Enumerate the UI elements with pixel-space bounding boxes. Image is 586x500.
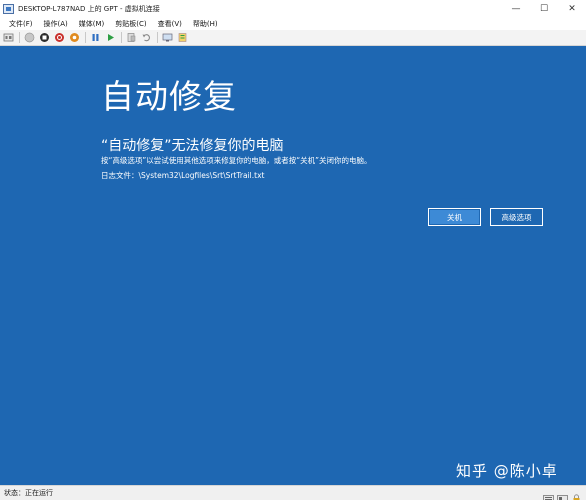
recovery-subtitle: “自动修复”无法修复你的电脑 xyxy=(101,138,284,154)
window-title: DESKTOP-L787NAD 上的 GPT - 虚拟机连接 xyxy=(18,4,160,13)
advanced-options-button[interactable]: 高级选项 xyxy=(490,208,543,226)
recovery-description: 按“高级选项”以尝试使用其他选项来修复你的电脑，或者按“关机”关闭你的电脑。 xyxy=(101,156,372,165)
window-controls: — ☐ ✕ xyxy=(502,0,586,17)
toolbar-separator xyxy=(19,32,20,43)
share-icon[interactable] xyxy=(177,32,188,43)
window-titlebar: DESKTOP-L787NAD 上的 GPT - 虚拟机连接 — ☐ ✕ xyxy=(0,0,586,17)
menu-bar: 文件(F) 操作(A) 媒体(M) 剪贴板(C) 查看(V) 帮助(H) xyxy=(0,17,586,30)
recovery-title: 自动修复 xyxy=(101,77,237,116)
keyboard-icon xyxy=(543,488,554,500)
resume-icon[interactable] xyxy=(105,32,116,43)
status-icons xyxy=(540,488,582,500)
ctrl-alt-del-icon[interactable] xyxy=(3,32,14,43)
close-button[interactable]: ✕ xyxy=(558,0,586,17)
revert-icon[interactable] xyxy=(141,32,152,43)
vm-screen[interactable]: 自动修复 “自动修复”无法修复你的电脑 按“高级选项”以尝试使用其他选项来修复你… xyxy=(0,46,586,485)
shutdown-button[interactable]: 关机 xyxy=(428,208,481,226)
save-state-icon[interactable] xyxy=(69,32,80,43)
toolbar-separator xyxy=(85,32,86,43)
log-file-path: 日志文件：\System32\Logfiles\Srt\SrtTrail.txt xyxy=(101,171,265,180)
menu-action[interactable]: 操作(A) xyxy=(44,19,68,29)
minimize-button[interactable]: — xyxy=(502,0,530,17)
maximize-button[interactable]: ☐ xyxy=(530,0,558,17)
toolbar xyxy=(0,30,586,46)
toolbar-separator xyxy=(157,32,158,43)
pause-icon[interactable] xyxy=(90,32,101,43)
menu-file[interactable]: 文件(F) xyxy=(9,19,33,29)
vm-connection-icon xyxy=(3,3,14,14)
enhanced-session-icon[interactable] xyxy=(162,32,173,43)
menu-media[interactable]: 媒体(M) xyxy=(79,19,105,29)
watermark: 知乎 @陈小卓 xyxy=(456,462,558,480)
mouse-icon xyxy=(557,488,568,500)
start-icon[interactable] xyxy=(24,32,35,43)
checkpoint-icon[interactable] xyxy=(126,32,137,43)
stop-icon[interactable] xyxy=(39,32,50,43)
status-text: 状态：正在运行 xyxy=(4,489,53,497)
status-bar: 状态：正在运行 xyxy=(0,485,586,500)
shutdown-icon[interactable] xyxy=(54,32,65,43)
menu-help[interactable]: 帮助(H) xyxy=(193,19,218,29)
toolbar-separator xyxy=(121,32,122,43)
lock-icon xyxy=(571,488,582,500)
menu-view[interactable]: 查看(V) xyxy=(158,19,182,29)
menu-clipboard[interactable]: 剪贴板(C) xyxy=(115,19,146,29)
